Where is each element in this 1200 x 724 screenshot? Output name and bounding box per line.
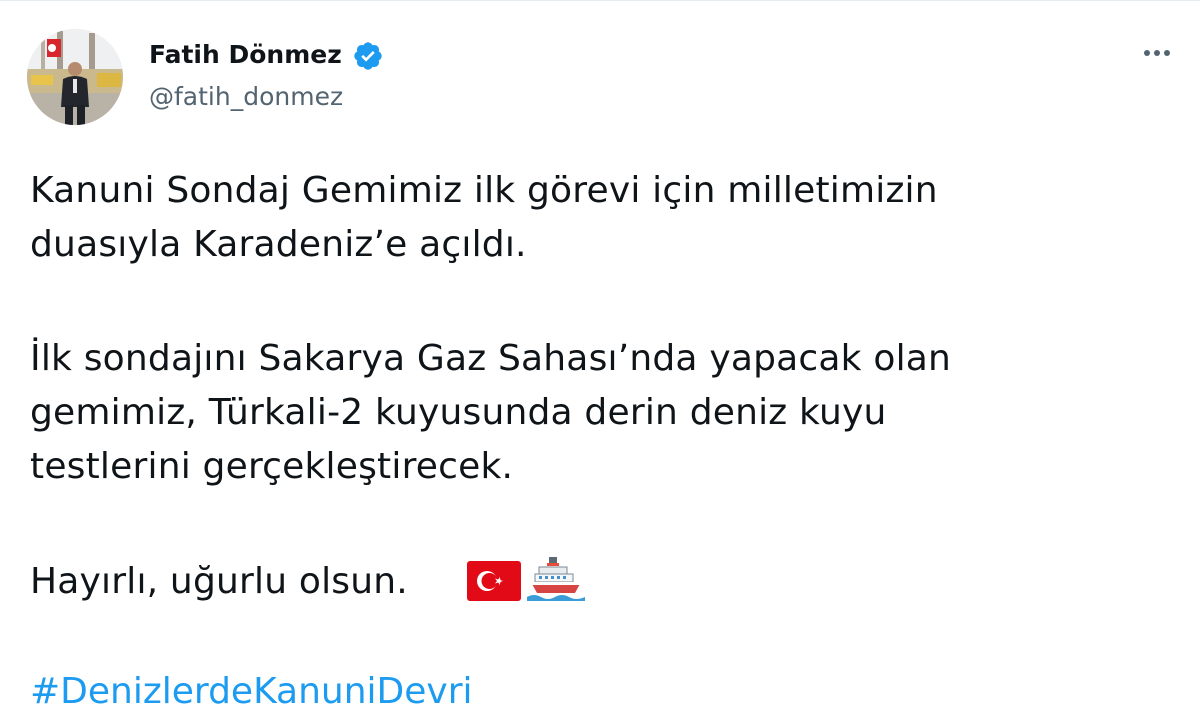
author-handle[interactable]: @fatih_donmez — [149, 81, 343, 113]
tweet-paragraph-2: İlk sondajını Sakarya Gaz Sahası’nda yap… — [30, 332, 951, 494]
tweet-paragraph-3: Hayırlı, uğurlu olsun. — [30, 561, 408, 602]
tweet-card: Fatih Dönmez @fatih_donmez Kanuni Sondaj… — [0, 0, 1200, 724]
tweet-paragraph-1: Kanuni Sondaj Gemimiz ilk görevi için mi… — [30, 164, 938, 272]
author-display-name[interactable]: Fatih Dönmez — [149, 39, 342, 71]
verified-badge-icon — [354, 42, 382, 70]
tweet-line: testlerini gerçekleştirecek. — [30, 446, 514, 487]
tweet-line: İlk sondajını Sakarya Gaz Sahası’nda yap… — [30, 338, 952, 379]
turkey-flag-icon — [467, 561, 521, 601]
avatar-photo — [27, 29, 123, 125]
hashtag-link[interactable]: #DenizlerdeKanuniDevri — [30, 665, 473, 719]
tweet-line: gemimiz, Türkali-2 kuyusunda derin deniz… — [30, 392, 887, 433]
tweet-line: duasıyla Karadeniz’e açıldı. — [30, 224, 527, 265]
tweet-line: Kanuni Sondaj Gemimiz ilk görevi için mi… — [30, 170, 938, 211]
avatar[interactable] — [27, 29, 123, 125]
more-options-icon[interactable] — [1136, 37, 1178, 69]
ship-icon — [527, 557, 585, 601]
